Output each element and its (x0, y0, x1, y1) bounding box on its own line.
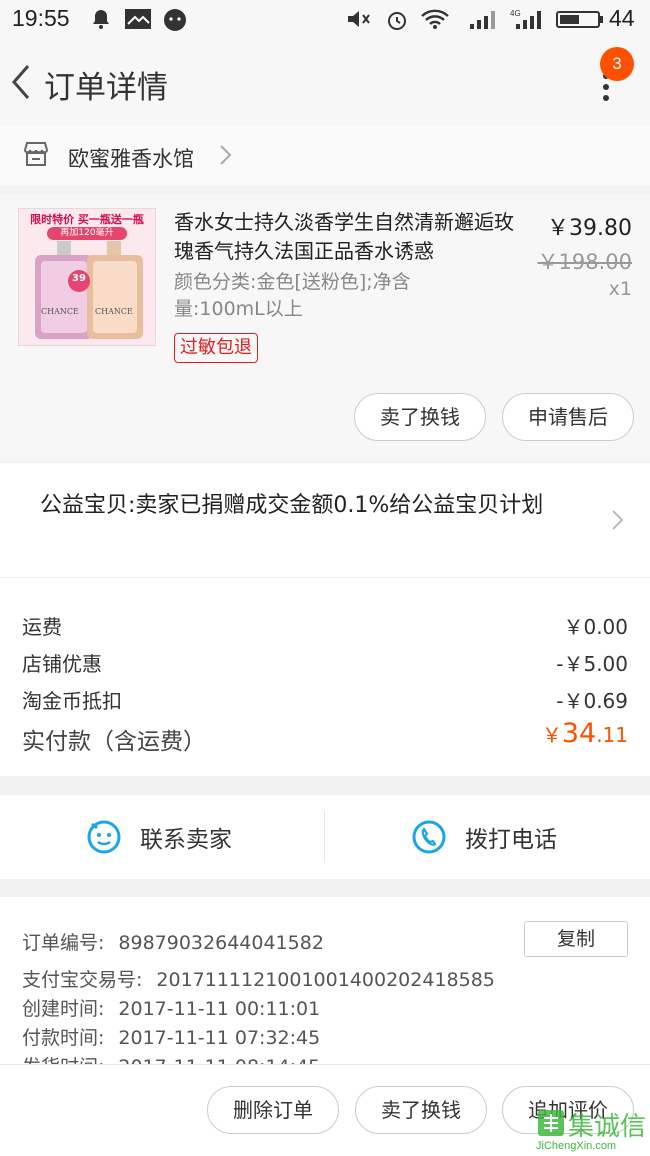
coin-deduction-label: 淘金币抵扣 (22, 689, 122, 713)
contact-seller-label: 联系卖家 (140, 827, 232, 853)
watermark-url: JiChengXin.com (536, 1140, 617, 1152)
created-time-value: 2017-11-11 00:11:01 (118, 998, 321, 1020)
after-sale-button[interactable]: 申请售后 (502, 393, 634, 441)
shop-discount-value: -￥5.00 (556, 652, 628, 676)
delete-order-button[interactable]: 删除订单 (207, 1086, 339, 1134)
paid-time-row: 付款时间: 2017-11-11 07:32:45 (22, 1023, 320, 1050)
chat-smiley-icon (87, 820, 121, 854)
thumb-banner: 限时特价 买一瓶送一瓶 (30, 213, 144, 226)
product-sku: 颜色分类:金色[送粉色];净含量:100mL以上 (174, 271, 411, 320)
product-quantity: x1 (608, 278, 632, 300)
shop-name: 欧蜜雅香水馆 (68, 147, 194, 171)
alipay-number-label: 支付宝交易号: (22, 969, 143, 991)
svg-text:4G: 4G (510, 9, 521, 18)
contact-seller-button[interactable]: 联系卖家 (0, 795, 324, 879)
notification-icon (90, 8, 114, 30)
nav-bar: 订单详情 3 (0, 40, 650, 126)
fee-summary: 运费 ￥0.00 店铺优惠 -￥5.00 淘金币抵扣 -￥0.69 实付款（含运… (0, 577, 650, 776)
total-integer: 34 (561, 718, 597, 749)
charity-row[interactable]: 公益宝贝:卖家已捐赠成交金额0.1%给公益宝贝计划 (0, 462, 650, 577)
back-button[interactable] (6, 62, 38, 102)
watermark-text: 集诚信 (568, 1112, 647, 1142)
status-time: 19:55 (12, 5, 70, 31)
allergy-return-tag: 过敏包退 (174, 333, 258, 363)
paid-time-value: 2017-11-11 07:32:45 (118, 1027, 321, 1049)
sell-for-cash-button[interactable]: 卖了换钱 (354, 393, 486, 441)
total-decimal: .11 (596, 723, 628, 747)
shipping-fee-value: ￥0.00 (563, 615, 628, 639)
copy-button[interactable]: 复制 (524, 921, 628, 957)
back-arrow-icon (12, 65, 30, 99)
created-time-row: 创建时间: 2017-11-11 00:11:01 (22, 994, 320, 1021)
store-icon (22, 140, 50, 168)
alipay-number-value: 2017111121001001400202418585 (156, 969, 495, 991)
shipping-fee-label: 运费 (22, 615, 62, 639)
total-paid-label: 实付款（含运费） (22, 729, 206, 755)
watermark-logo: 集诚信 JiChengXin.com (536, 1104, 650, 1155)
contact-bar: 联系卖家 拨打电话 (0, 795, 650, 879)
wifi-icon (420, 8, 450, 30)
order-info: 订单编号: 89879032644041582 复制 支付宝交易号: 2017111… (0, 897, 650, 1067)
created-time-label: 创建时间: (22, 998, 105, 1020)
product-original-price: ￥198.00 (537, 250, 632, 274)
signal-icon (468, 8, 500, 30)
total-currency: ￥ (541, 723, 562, 747)
chat-icon (163, 8, 187, 31)
sell-for-cash-bottom-button[interactable]: 卖了换钱 (355, 1086, 487, 1134)
call-phone-button[interactable]: 拨打电话 (325, 795, 650, 879)
battery-icon (556, 8, 604, 30)
coin-deduction-value: -￥0.69 (556, 689, 628, 713)
chevron-right-icon (610, 509, 624, 531)
total-paid-value: ￥34.11 (542, 718, 628, 749)
order-number-label: 订单编号: (22, 932, 105, 954)
alarm-icon (385, 8, 409, 30)
signal-4g-icon: 4G (510, 8, 546, 30)
battery-level: 44 (609, 5, 635, 31)
notification-badge: 3 (600, 47, 634, 81)
order-number-value: 89879032644041582 (118, 932, 324, 954)
product-price: ￥39.80 (547, 216, 632, 241)
call-phone-label: 拨打电话 (465, 827, 557, 853)
status-bar: 19:55 4G 44 (0, 0, 650, 40)
message-icon (124, 8, 152, 30)
order-number-row: 订单编号: 89879032644041582 (22, 928, 324, 955)
charity-text: 公益宝贝:卖家已捐赠成交金额0.1%给公益宝贝计划 (40, 493, 544, 518)
chevron-right-icon (218, 144, 232, 166)
mute-icon (346, 8, 370, 30)
watermark-icon (538, 1110, 564, 1136)
thumb-brand: CHANCE (41, 307, 79, 316)
thumb-price: 39 (72, 273, 86, 284)
thumb-brand-2: CHANCE (95, 307, 133, 316)
shop-row[interactable]: 欧蜜雅香水馆 (0, 126, 650, 186)
alipay-number-row: 支付宝交易号: 2017111121001001400202418585 (22, 965, 495, 992)
shop-discount-label: 店铺优惠 (22, 652, 102, 676)
product-card[interactable]: 限时特价 买一瓶送一瓶 再加120毫升 39 CHANCE CHANCE 香水女… (0, 194, 650, 462)
page-title: 订单详情 (44, 70, 168, 106)
thumb-sub: 再加120毫升 (47, 227, 127, 240)
phone-icon (412, 820, 446, 854)
product-thumbnail[interactable]: 限时特价 买一瓶送一瓶 再加120毫升 39 CHANCE CHANCE (18, 208, 156, 346)
product-title[interactable]: 香水女士持久淡香学生自然清新邂逅玫瑰香气持久法国正品香水诱惑 (174, 208, 526, 266)
paid-time-label: 付款时间: (22, 1027, 105, 1049)
perfume-bottles-image (35, 241, 143, 339)
